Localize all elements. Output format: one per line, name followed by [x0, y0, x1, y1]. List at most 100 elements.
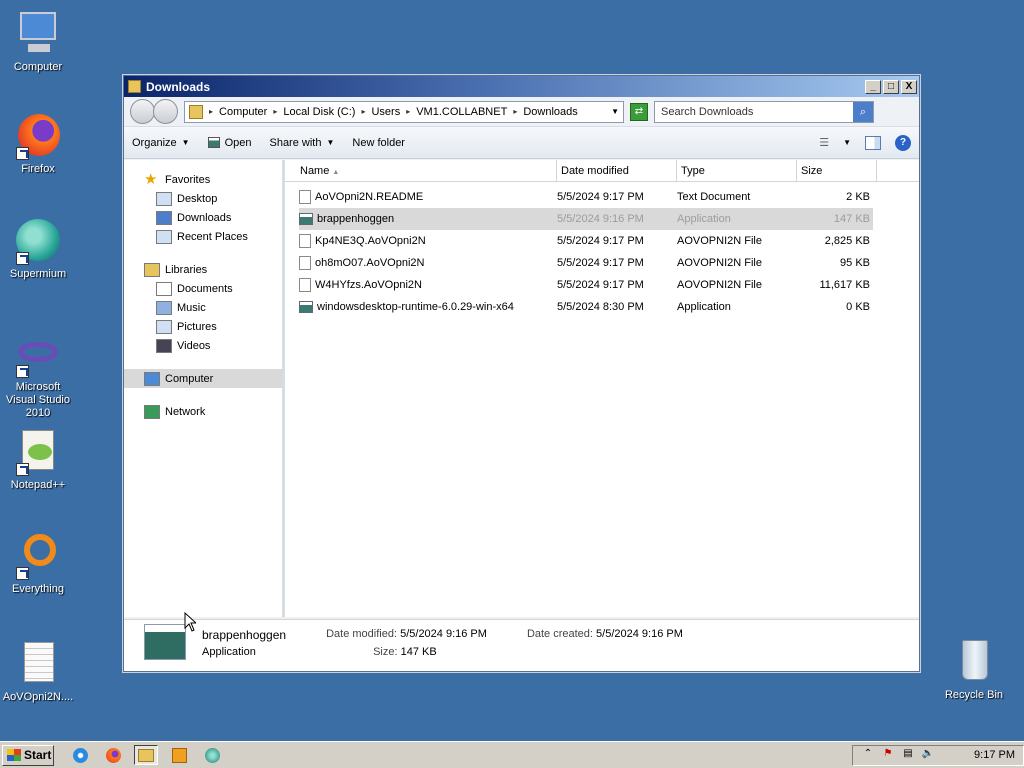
- preview-pane-icon[interactable]: [865, 135, 881, 150]
- action-center-icon[interactable]: ⚑: [881, 748, 895, 762]
- breadcrumb-user[interactable]: VM1.COLLABNET: [416, 106, 507, 118]
- details-value: 147 KB: [400, 646, 437, 658]
- minimize-button[interactable]: _: [865, 79, 881, 94]
- search-icon[interactable]: ⌕: [853, 101, 873, 122]
- nav-libraries[interactable]: Libraries: [124, 260, 282, 279]
- taskbar-firefox[interactable]: [101, 745, 125, 765]
- file-row-selected[interactable]: brappenhoggen 5/5/2024 9:16 PM Applicati…: [299, 208, 873, 230]
- pictures-icon: [156, 319, 172, 334]
- chevron-right-icon[interactable]: ▸: [510, 107, 520, 116]
- file-type: Application: [677, 301, 731, 313]
- breadcrumb-downloads[interactable]: Downloads: [523, 106, 577, 118]
- file-size: 0 KB: [846, 301, 870, 313]
- search-input[interactable]: Search Downloads ⌕: [654, 100, 874, 123]
- view-options-icon[interactable]: ☰: [819, 136, 829, 149]
- desktop-icon-visual-studio[interactable]: Microsoft Visual Studio 2010: [0, 330, 76, 420]
- address-bar[interactable]: ▸ Computer ▸ Local Disk (C:) ▸ Users ▸ V…: [184, 100, 624, 123]
- desktop-icon-notepadpp[interactable]: Notepad++: [0, 428, 76, 492]
- file-type: AOVOPNI2N File: [677, 257, 762, 269]
- chevron-down-icon[interactable]: ▼: [843, 138, 851, 147]
- chevron-right-icon[interactable]: ▸: [403, 107, 413, 116]
- text-file-icon: [14, 640, 62, 688]
- new-folder-label: New folder: [352, 136, 405, 149]
- desktop-icon-label: Notepad++: [10, 479, 66, 491]
- network-icon[interactable]: ▤: [901, 748, 915, 762]
- chevron-up-icon[interactable]: ⌃: [861, 748, 875, 762]
- recycle-bin-icon: [950, 638, 998, 686]
- desktop-icon: [156, 191, 172, 206]
- file-row[interactable]: windowsdesktop-runtime-6.0.29-win-x64 5/…: [299, 296, 873, 318]
- file-date: 5/5/2024 9:17 PM: [557, 279, 644, 291]
- nav-pictures[interactable]: Pictures: [124, 317, 282, 336]
- file-row[interactable]: AoVOpni2N.README 5/5/2024 9:17 PM Text D…: [299, 186, 873, 208]
- chevron-down-icon: ▼: [326, 138, 335, 147]
- nav-computer[interactable]: Computer: [124, 369, 282, 388]
- breadcrumb-computer[interactable]: Computer: [219, 106, 267, 118]
- maximize-button[interactable]: □: [883, 79, 899, 94]
- nav-videos[interactable]: Videos: [124, 336, 282, 355]
- nav-downloads[interactable]: Downloads: [124, 208, 282, 227]
- column-name[interactable]: Name ▲: [285, 160, 557, 181]
- file-row[interactable]: oh8mO07.AoVOpni2N 5/5/2024 9:17 PM AOVOP…: [299, 252, 873, 274]
- file-icon: [299, 234, 311, 248]
- desktop-icon-computer[interactable]: Computer: [0, 10, 76, 74]
- videos-icon: [156, 338, 172, 353]
- forward-button[interactable]: [153, 99, 178, 124]
- column-date-modified[interactable]: Date modified: [557, 160, 677, 181]
- shortcut-arrow-icon: [16, 147, 29, 160]
- refresh-button[interactable]: ⇄: [630, 102, 648, 121]
- explorer-window: Downloads _ □ X ▸ Computer ▸ Local Disk …: [123, 75, 920, 672]
- chevron-down-icon[interactable]: ▼: [611, 107, 619, 116]
- chevron-right-icon[interactable]: ▸: [270, 107, 280, 116]
- help-icon[interactable]: ?: [895, 134, 911, 151]
- file-type: Application: [677, 213, 731, 225]
- file-date: 5/5/2024 8:30 PM: [557, 301, 644, 313]
- breadcrumb-local-disk[interactable]: Local Disk (C:): [283, 106, 355, 118]
- share-with-button[interactable]: Share with ▼: [269, 137, 334, 149]
- nav-favorites[interactable]: ★ Favorites: [124, 170, 282, 189]
- nav-recent-places[interactable]: Recent Places: [124, 227, 282, 246]
- nav-desktop[interactable]: Desktop: [124, 189, 282, 208]
- sort-up-icon: ▲: [332, 169, 340, 176]
- file-type: Text Document: [677, 191, 751, 203]
- desktop-icon-supermium[interactable]: Supermium: [0, 217, 76, 281]
- downloads-icon: [156, 210, 172, 225]
- nav-network[interactable]: Network: [124, 402, 282, 421]
- organize-label: Organize: [132, 136, 177, 149]
- start-button[interactable]: Start: [2, 744, 54, 766]
- desktop-icon-readme-file[interactable]: AoVOpni2N....: [0, 640, 76, 704]
- breadcrumb-users[interactable]: Users: [371, 106, 400, 118]
- file-icon: [299, 278, 311, 292]
- new-folder-button[interactable]: New folder: [352, 137, 405, 149]
- application-icon: [144, 624, 186, 660]
- desktop-icon-firefox[interactable]: Firefox: [0, 112, 76, 176]
- volume-icon[interactable]: 🔈: [921, 748, 935, 762]
- title-bar[interactable]: Downloads _ □ X: [124, 76, 919, 97]
- nav-music[interactable]: Music: [124, 298, 282, 317]
- chevron-right-icon[interactable]: ▸: [206, 107, 216, 116]
- chevron-right-icon[interactable]: ▸: [358, 107, 368, 116]
- desktop-icon-recycle-bin[interactable]: Recycle Bin: [936, 638, 1012, 702]
- organize-button[interactable]: Organize ▼: [132, 137, 190, 149]
- column-size[interactable]: Size: [797, 160, 877, 181]
- nav-documents[interactable]: Documents: [124, 279, 282, 298]
- taskbar-supermium[interactable]: [200, 745, 224, 765]
- start-label: Start: [24, 748, 52, 762]
- taskbar-media-player[interactable]: [167, 745, 191, 765]
- desktop-icon-everything[interactable]: Everything: [0, 532, 76, 596]
- firefox-icon: [14, 112, 62, 160]
- window-title: Downloads: [146, 79, 211, 94]
- supermium-icon: [14, 217, 62, 265]
- close-button[interactable]: X: [901, 79, 917, 94]
- clock[interactable]: 9:17 PM: [974, 749, 1015, 761]
- taskbar-explorer[interactable]: [134, 745, 158, 765]
- back-button[interactable]: [130, 99, 155, 124]
- taskbar-ie[interactable]: [68, 745, 92, 765]
- file-row[interactable]: W4HYfzs.AoVOpni2N 5/5/2024 9:17 PM AOVOP…: [299, 274, 873, 296]
- file-row[interactable]: Kp4NE3Q.AoVOpni2N 5/5/2024 9:17 PM AOVOP…: [299, 230, 873, 252]
- open-button[interactable]: Open: [207, 137, 251, 149]
- command-bar: Organize ▼ Open Share with ▼ New folder …: [124, 127, 919, 159]
- column-type[interactable]: Type: [677, 160, 797, 181]
- application-icon: [299, 301, 313, 313]
- media-player-icon: [171, 747, 187, 763]
